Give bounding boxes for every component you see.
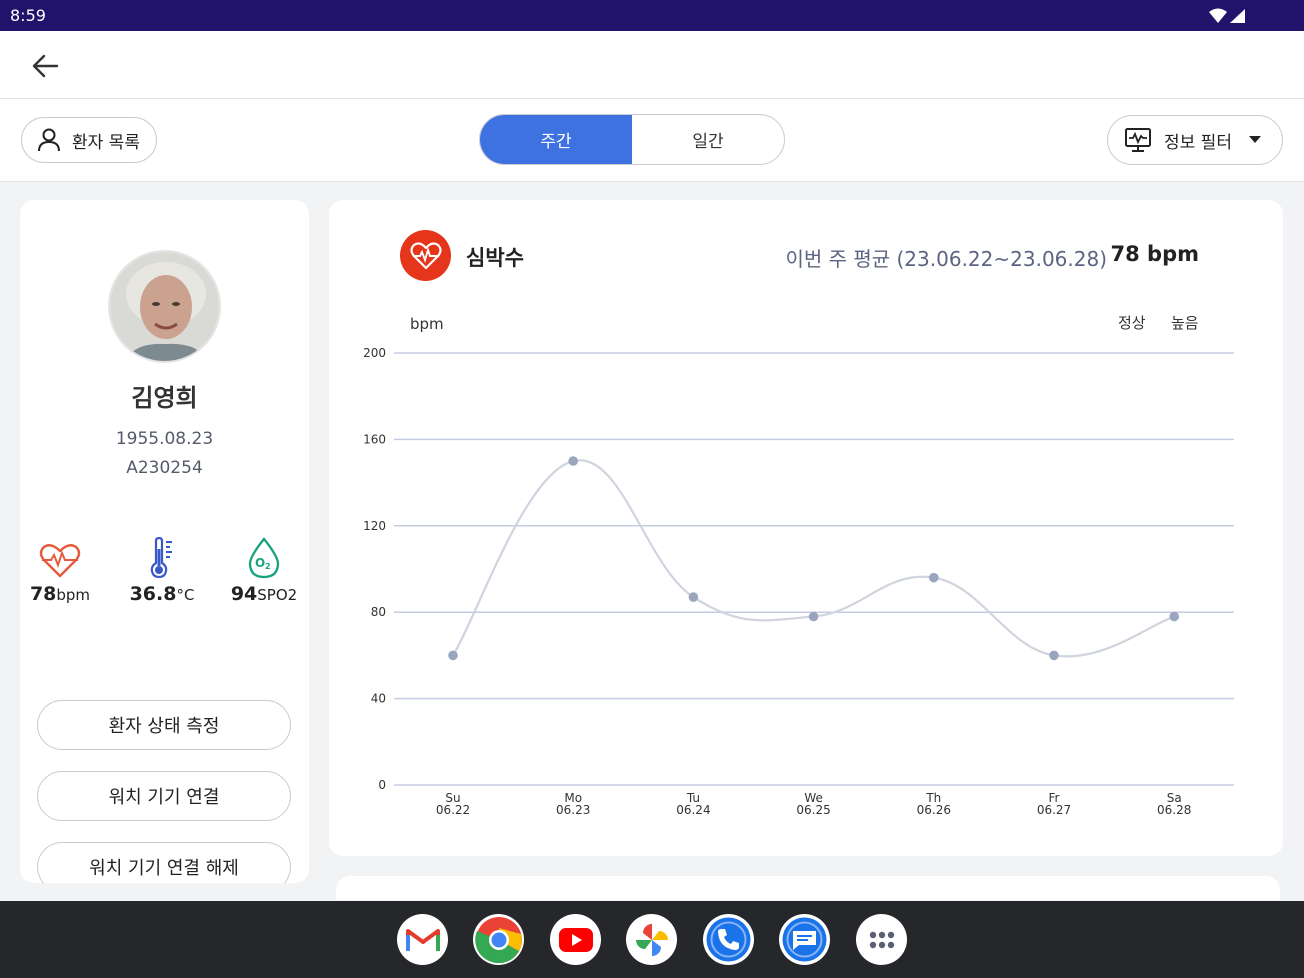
vital-heart-rate: 78bpm [20,535,108,605]
back-button[interactable] [30,53,60,79]
x-tick-date: 06.28 [1157,803,1191,817]
x-tick-date: 06.27 [1037,803,1071,817]
x-tick-date: 06.23 [556,803,590,817]
patient-list-label: 환자 목록 [72,132,140,153]
y-tick-label: 160 [363,432,386,446]
phone-icon[interactable] [703,914,754,965]
data-point [1049,650,1059,661]
disconnect-watch-button[interactable]: 워치 기기 연결 해제 [37,842,291,883]
app-drawer-icon[interactable] [856,914,907,965]
info-filter-label: 정보 필터 [1164,132,1232,153]
period-tabs: 주간 일간 [479,114,785,165]
navigation-dock [0,901,1304,978]
patient-birthdate: 1955.08.23 [115,429,214,449]
y-tick-label: 0 [378,778,386,792]
vital-temperature: 36.8°C [114,535,210,605]
monitor-pulse-icon [1125,128,1151,152]
system-icons [1208,8,1248,28]
tab-daily[interactable]: 일간 [632,115,784,164]
spo2-value: 94 [230,583,258,605]
y-tick-label: 40 [371,692,386,706]
next-card-peek [336,876,1280,900]
patient-avatar [108,250,221,363]
youtube-icon[interactable] [550,914,601,965]
wifi-icon [1209,8,1227,23]
person-icon [38,128,60,152]
heart-rate-chart: bpm 정상 높음20016012080400Su06.22Mo06.23Tu06.… [363,314,1234,817]
x-tick-date: 06.25 [796,803,830,817]
x-tick-date: 06.24 [676,803,710,817]
signal-icon [1230,9,1245,23]
y-tick-label: 120 [363,519,386,533]
series-line [452,459,1175,658]
legend-normal: 정상 [1118,314,1146,332]
status-time: 8:59 [10,6,46,25]
data-point [1169,611,1179,622]
svg-text:2: 2 [265,562,271,571]
gmail-icon[interactable] [397,914,448,965]
heart-rate-card: 심박수 이번 주 평균 (23.06.22~23.06.28) 78 bpm b… [329,200,1283,856]
y-axis-label: bpm [410,315,444,333]
patient-card: 김영희 1955.08.23 A230254 78bpm 36.8°C O 2 … [20,200,309,883]
data-point [929,572,939,583]
data-point [568,456,578,466]
data-point [808,611,819,622]
x-tick-date: 06.22 [436,803,470,817]
data-point [688,592,699,602]
patient-list-button[interactable]: 환자 목록 [21,117,157,163]
heart-rate-icon [39,544,81,578]
y-tick-label: 80 [371,605,386,619]
oxygen-drop-icon: O 2 [248,537,280,579]
spo2-unit: SPO2 [257,586,298,604]
y-tick-label: 200 [363,346,386,360]
heart-rate-unit: bpm [56,586,91,604]
temperature-value: 36.8 [129,583,177,605]
svg-text:O: O [255,556,265,570]
back-arrow-icon [32,54,59,78]
data-point [448,650,458,661]
info-filter-dropdown[interactable]: 정보 필터 [1107,115,1283,165]
vital-spo2: O 2 94SPO2 [216,535,309,605]
caret-down-icon [1248,136,1261,143]
patient-name: 김영희 [131,384,198,412]
legend-high: 높음 [1171,314,1199,332]
measure-status-button[interactable]: 환자 상태 측정 [37,700,291,750]
photos-icon[interactable] [626,914,677,965]
patient-id: A230254 [126,458,203,478]
heart-rate-value: 78 [29,583,57,605]
connect-watch-button[interactable]: 워치 기기 연결 [37,771,291,821]
tab-weekly[interactable]: 주간 [480,115,632,164]
status-bar: 8:59 [0,0,1304,31]
messages-icon[interactable] [779,914,830,965]
thermometer-icon [150,537,172,579]
app-bar [0,31,1304,99]
x-tick-date: 06.26 [917,803,951,817]
chrome-icon[interactable] [473,914,524,965]
toolbar: 환자 목록 주간 일간 정보 필터 [0,99,1304,182]
temperature-unit: °C [176,586,195,604]
